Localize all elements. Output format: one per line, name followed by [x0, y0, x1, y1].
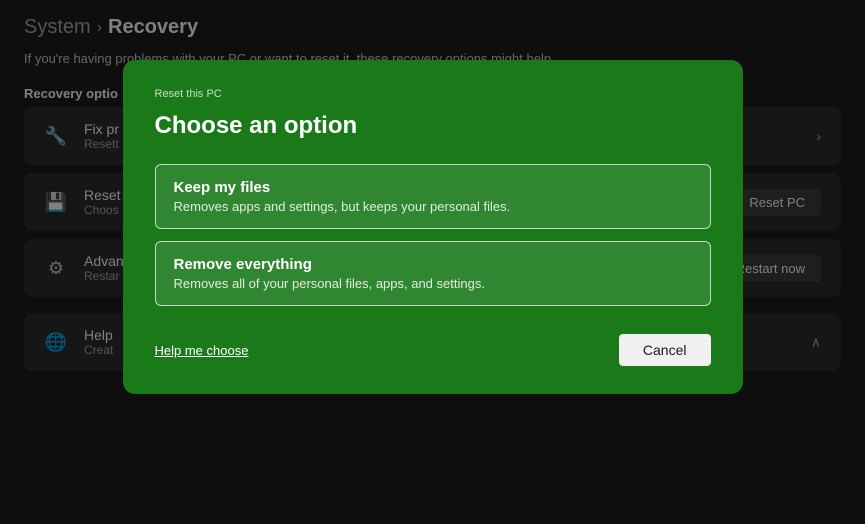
modal-footer: Help me choose Cancel [155, 334, 711, 366]
modal-label: Reset this PC [155, 88, 711, 100]
keep-files-desc: Removes apps and settings, but keeps you… [174, 199, 692, 214]
remove-everything-option[interactable]: Remove everything Removes all of your pe… [155, 241, 711, 306]
keep-files-title: Keep my files [174, 179, 692, 196]
help-me-choose-link[interactable]: Help me choose [155, 343, 249, 358]
keep-files-option[interactable]: Keep my files Removes apps and settings,… [155, 164, 711, 229]
cancel-button[interactable]: Cancel [619, 334, 711, 366]
remove-everything-title: Remove everything [174, 256, 692, 273]
modal-title: Choose an option [155, 112, 711, 140]
remove-everything-desc: Removes all of your personal files, apps… [174, 276, 692, 291]
reset-modal: Reset this PC Choose an option Keep my f… [123, 60, 743, 394]
modal-overlay: Reset this PC Choose an option Keep my f… [0, 0, 865, 524]
